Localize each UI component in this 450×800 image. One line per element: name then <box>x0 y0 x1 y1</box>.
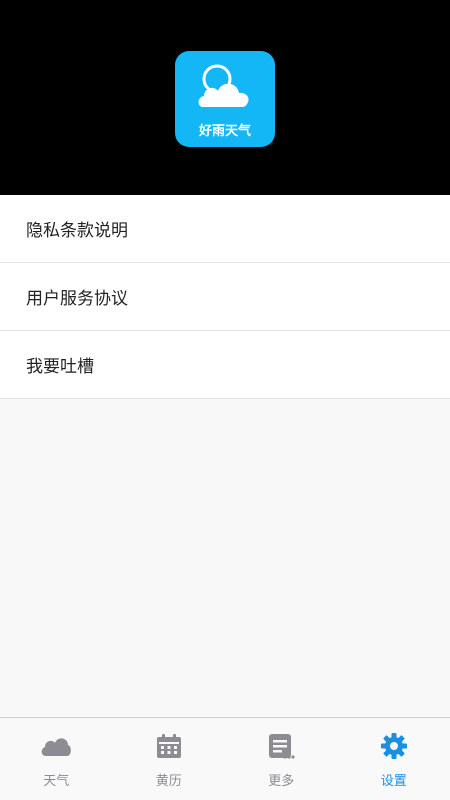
tab-label: 更多 <box>268 774 295 789</box>
menu-item-user-agreement[interactable]: 用户服务协议 <box>0 263 450 331</box>
app-name: 好雨天气 <box>198 124 251 139</box>
calendar-icon <box>152 731 186 761</box>
tab-almanac[interactable]: 黄历 <box>113 718 226 800</box>
menu-item-label: 我要吐槽 <box>26 357 94 377</box>
menu-item-label: 隐私条款说明 <box>26 221 128 241</box>
bottom-tab-bar: 天气 黄历 更多 设置 <box>0 717 450 800</box>
tab-label: 天气 <box>43 774 70 789</box>
menu-item-feedback[interactable]: 我要吐槽 <box>0 331 450 399</box>
settings-menu: 隐私条款说明 用户服务协议 我要吐槽 <box>0 195 450 399</box>
header-banner: 好雨天气 <box>0 0 450 195</box>
cloud-icon <box>39 731 73 761</box>
cloud-sun-icon <box>198 64 249 107</box>
settings-screen: 好雨天气 隐私条款说明 用户服务协议 我要吐槽 天气 黄历 更多 设置 <box>0 0 450 800</box>
app-logo: 好雨天气 <box>175 51 275 147</box>
tab-more[interactable]: 更多 <box>225 718 338 800</box>
menu-item-label: 用户服务协议 <box>26 289 128 309</box>
tab-label: 设置 <box>380 774 407 789</box>
tab-settings[interactable]: 设置 <box>338 718 450 800</box>
list-more-icon <box>264 731 298 761</box>
menu-item-privacy-policy[interactable]: 隐私条款说明 <box>0 195 450 263</box>
tab-weather[interactable]: 天气 <box>0 718 113 800</box>
gear-icon <box>377 731 411 761</box>
tab-label: 黄历 <box>155 774 182 789</box>
